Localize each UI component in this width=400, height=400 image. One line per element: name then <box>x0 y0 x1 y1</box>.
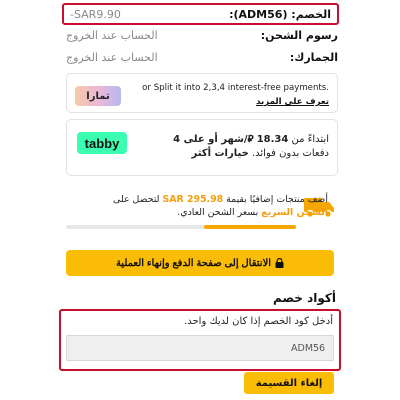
tabby-more-options: دفعات بدون فوائد. خيارات أكثر <box>191 148 329 159</box>
cancel-coupon-button[interactable]: إلغاء القسيمة <box>244 372 334 394</box>
coupon-code-input[interactable] <box>66 335 334 361</box>
tabby-line1-end: ⃁/شهر أو على 4 <box>173 134 254 145</box>
express-shipping-highlight: الشحن السريع <box>261 207 328 218</box>
tabby-more-options-link[interactable]: خيارات أكثر <box>191 148 248 159</box>
free-shipping-start: أضف منتجات إضافيًا بقيمة <box>226 194 328 205</box>
free-shipping-progress-fill <box>204 225 296 229</box>
free-shipping-line2: الشحن السريع بسعر الشحن العادي. <box>177 207 328 218</box>
free-shipping-amount: SAR 295.98 <box>162 194 224 205</box>
checkout-button[interactable]: الانتقال إلى صفحة الدفع وإنهاء العملية <box>66 250 334 276</box>
tabby-amount: 18.34 <box>256 134 289 145</box>
tabby-card: tabby ابتداءً من 18.34 ⃁/شهر أو على 4 دف… <box>66 119 338 176</box>
free-shipping-progress-track <box>66 225 296 229</box>
coupon-box: أدخل كود الخصم إذا كان لديك واحد. <box>59 309 341 371</box>
tabby-line2-start: دفعات بدون فوائد. <box>251 148 329 159</box>
tabby-installment-text: ابتداءً من 18.34 ⃁/شهر أو على 4 <box>173 132 329 145</box>
discount-row: -SAR9.90 الخصم: (ADM56): <box>62 3 339 25</box>
discount-value: -SAR9.90 <box>70 7 121 21</box>
shipping-label: رسوم الشحن: <box>260 29 338 42</box>
customs-value: الحساب عند الخروج <box>66 51 158 64</box>
discount-codes-title: أكواد خصم <box>273 291 336 305</box>
tabby-logo: tabby <box>77 132 127 154</box>
tabby-line1-start: ابتداءً من <box>291 134 329 145</box>
discount-label: الخصم: (ADM56): <box>229 7 331 21</box>
tamara-text: or Split it into 2,3,4 interest-free pay… <box>142 83 329 93</box>
customs-label: الجمارك: <box>289 51 338 64</box>
tamara-card: تمارا or Split it into 2,3,4 interest-fr… <box>66 73 338 113</box>
lock-icon <box>275 258 284 268</box>
tamara-learn-more-link[interactable]: تعرف على المزيد <box>256 97 329 107</box>
free-shipping-line1: أضف منتجات إضافيًا بقيمة SAR 295.98 لتحص… <box>113 194 328 205</box>
shipping-value: الحساب عند الخروج <box>66 29 158 42</box>
free-shipping-line2-end: بسعر الشحن العادي. <box>177 207 259 218</box>
free-shipping-end: لتحصل على <box>113 194 160 205</box>
coupon-hint: أدخل كود الخصم إذا كان لديك واحد. <box>184 316 333 327</box>
checkout-button-label: الانتقال إلى صفحة الدفع وإنهاء العملية <box>115 257 272 269</box>
tamara-logo: تمارا <box>75 86 121 106</box>
